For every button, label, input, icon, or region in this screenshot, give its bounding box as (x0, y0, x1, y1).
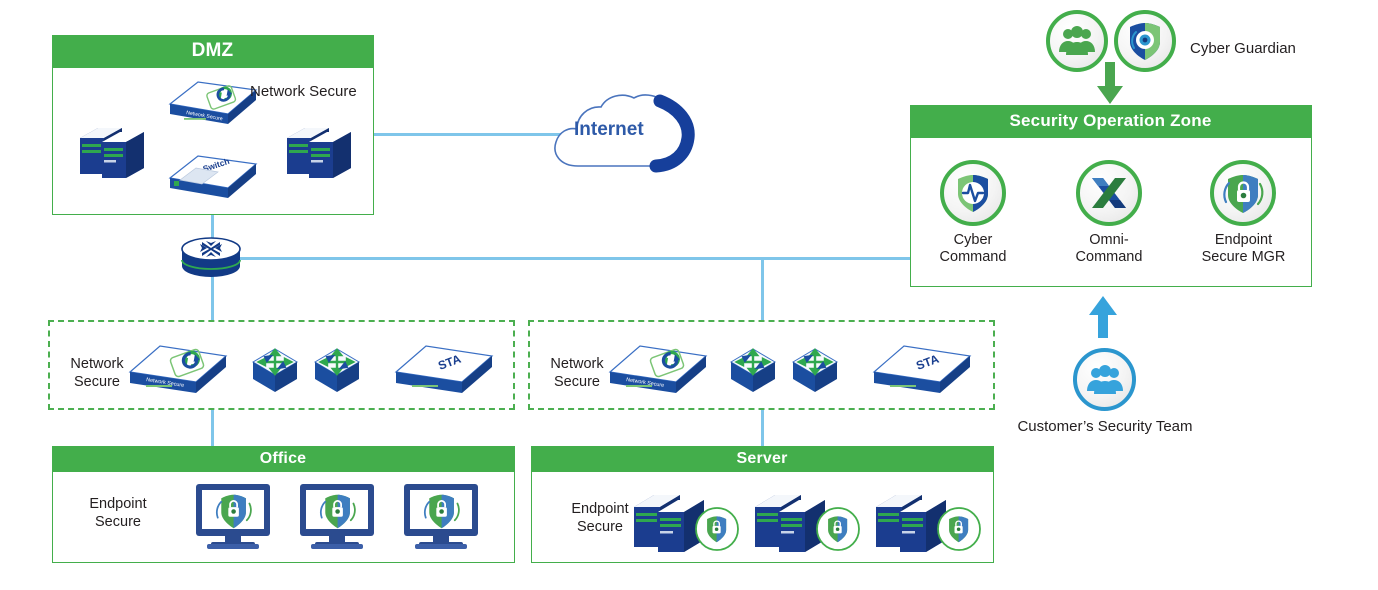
soc-cyber-command-caption: Cyber Command (939, 232, 1007, 266)
internet-label: Internet (574, 119, 644, 140)
dmz-server-right (285, 116, 353, 178)
soc-endpoint-secure-mgr-icon (1210, 160, 1276, 226)
dmz-network-secure-appliance: Network Secure (168, 78, 258, 128)
branch-right-switch-2 (790, 346, 840, 396)
security-team-up-arrow-icon (1089, 296, 1117, 338)
branch-left-switch-2 (312, 346, 362, 396)
soc-omni-command-icon (1076, 160, 1142, 226)
branch-right-network-secure: Network Secure (608, 342, 708, 398)
zone-soc-header: Security Operation Zone (909, 104, 1312, 138)
server-rack-3 (874, 485, 986, 553)
zone-dmz-header: DMZ (51, 34, 374, 68)
zone-server-header: Server (530, 445, 994, 472)
link-router-trunk (240, 257, 910, 260)
zone-dmz-title: DMZ (191, 40, 234, 61)
office-workstation-2 (297, 482, 377, 554)
branch-right-label: Network Secure (550, 356, 604, 390)
zone-soc-title: Security Operation Zone (1009, 111, 1212, 130)
zone-office-title: Office (259, 449, 307, 467)
branch-left-network-secure: Network Secure (128, 342, 228, 398)
security-team-people-icon (1073, 348, 1136, 411)
office-workstation-3 (401, 482, 481, 554)
soc-omni-command-caption: Omni- Command (1075, 232, 1143, 266)
core-router (180, 236, 242, 280)
link-branchright-server (761, 410, 764, 447)
cyber-guardian-down-arrow-icon (1097, 62, 1123, 106)
office-endpoint-label: Endpoint Secure (89, 496, 147, 530)
cyber-guardian-shield-eye-icon (1114, 10, 1176, 72)
soc-cyber-command-icon (940, 160, 1006, 226)
dmz-server-left (78, 116, 146, 178)
dmz-network-secure-label: Network Secure (250, 83, 357, 100)
branch-left-sta: STA (394, 342, 494, 398)
security-team-label: Customer’s Security Team (1017, 418, 1193, 435)
branch-left-switch-1 (250, 346, 300, 396)
zone-office-header: Office (51, 445, 515, 472)
link-branchleft-office (211, 410, 214, 447)
link-router-branch-left (211, 275, 214, 320)
link-trunk-branch-right (761, 257, 764, 320)
cyber-guardian-label: Cyber Guardian (1190, 40, 1296, 57)
branch-right-switch-1 (728, 346, 778, 396)
dmz-switch: Switch (168, 150, 258, 202)
link-dmz-internet (374, 133, 564, 136)
internet-cloud: Internet (548, 88, 698, 178)
server-rack-2 (753, 485, 865, 553)
zone-server-title: Server (736, 449, 788, 467)
branch-left-label: Network Secure (70, 356, 124, 390)
server-rack-1 (632, 485, 744, 553)
branch-right-sta: STA (872, 342, 972, 398)
office-workstation-1 (193, 482, 273, 554)
diagram-canvas: DMZ Network Secure Network Secure Switch… (0, 0, 1378, 590)
soc-endpoint-secure-mgr-caption: Endpoint Secure MGR (1201, 232, 1286, 266)
